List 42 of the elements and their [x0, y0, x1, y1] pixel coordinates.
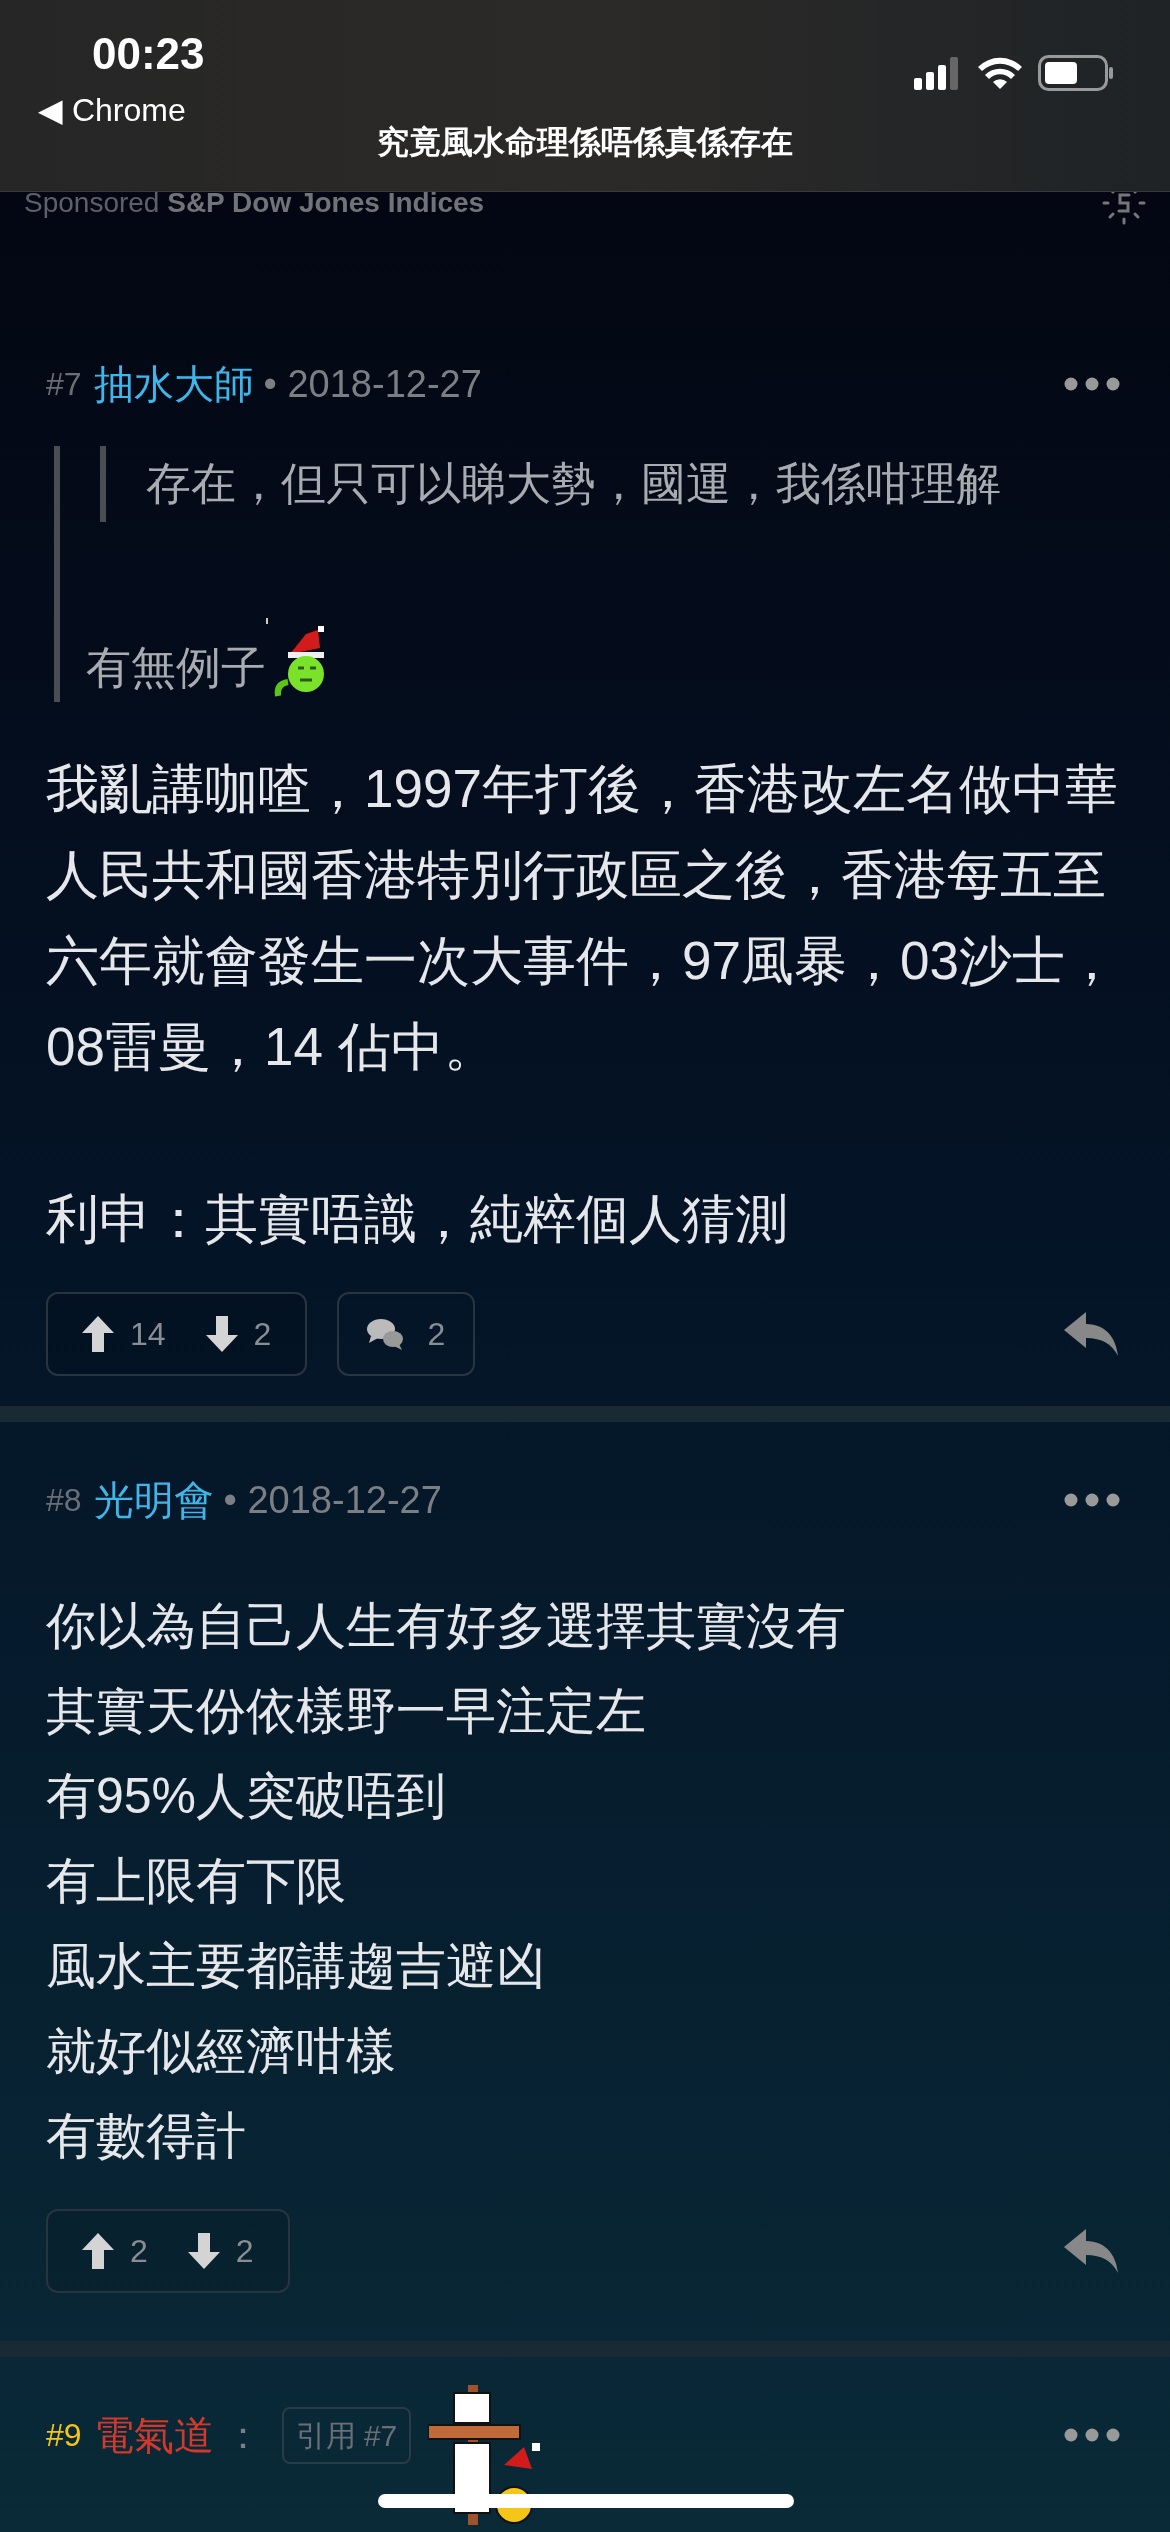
post-number: #7: [46, 365, 82, 404]
more-icon[interactable]: [1064, 2428, 1120, 2442]
post-date: • 2018-12-27: [223, 1477, 442, 1523]
post-number: #9: [46, 2416, 82, 2455]
comments-button[interactable]: 2: [337, 1292, 476, 1376]
quoted-text: 存在，但只可以睇大勢，國運，我係咁理解: [146, 457, 1002, 511]
wifi-icon: [976, 55, 1024, 91]
post-number: #8: [46, 1481, 82, 1520]
post-text: 風水主要都講趨吉避凶: [46, 1937, 547, 1996]
speech-bubbles-icon: [367, 1318, 404, 1350]
status-time: 00:23: [92, 28, 205, 80]
back-link[interactable]: ◀ Chrome: [38, 90, 186, 130]
reply-icon[interactable]: [1064, 1312, 1120, 1356]
more-icon[interactable]: [1064, 1493, 1120, 1507]
battery-icon: [1038, 55, 1114, 91]
author-name[interactable]: 抽水大師: [93, 354, 254, 414]
more-icon[interactable]: [1064, 377, 1120, 391]
post-date: ：: [223, 2412, 262, 2458]
up-arrow-icon: [82, 1316, 114, 1352]
post-text: 就好似經濟咁樣: [46, 2022, 397, 2081]
down-arrow-icon: [205, 1316, 238, 1352]
upvote-button[interactable]: 2: [82, 2227, 148, 2275]
downvote-button[interactable]: 2: [187, 2227, 254, 2275]
downvote-button[interactable]: 2: [205, 1310, 272, 1358]
post-text: 我亂講咖喳，1997年打後，香港改左名做中華人民共和國香港特別行政區之後，香港每五至六年就會發生一次大事件，97風暴，03沙士，08雷曼，14 佔中。: [46, 758, 1119, 1078]
post-text: 你以為自己人生有好多選擇其實沒有: [46, 1597, 847, 1656]
upvote-button[interactable]: 14: [82, 1310, 166, 1358]
sponsored-text[interactable]: Sponsored S&P Dow Jones Indices: [24, 188, 485, 218]
author-name[interactable]: 電氣道: [93, 2405, 214, 2465]
author-name[interactable]: 光明會: [93, 1470, 214, 1530]
post-text: 有數得計: [46, 2107, 247, 2166]
quote-link[interactable]: 引用 #7: [281, 2406, 412, 2464]
post-text: 有上限有下限: [46, 1852, 347, 1911]
post-text: 其實天份依樣野一早注定左: [46, 1682, 647, 1741]
page-title: 究竟風水命理係唔係真係存在: [376, 123, 794, 162]
quoted-text: 有無例子: [86, 641, 266, 695]
post-text: 有95%人突破唔到: [46, 1767, 448, 1826]
up-arrow-icon: [82, 2233, 114, 2269]
post-date: • 2018-12-27: [263, 361, 482, 407]
reply-icon[interactable]: [1064, 2229, 1120, 2273]
post-text: 利申：其實唔識，純粹個人猜測: [46, 1188, 789, 1250]
down-arrow-icon: [187, 2233, 220, 2269]
